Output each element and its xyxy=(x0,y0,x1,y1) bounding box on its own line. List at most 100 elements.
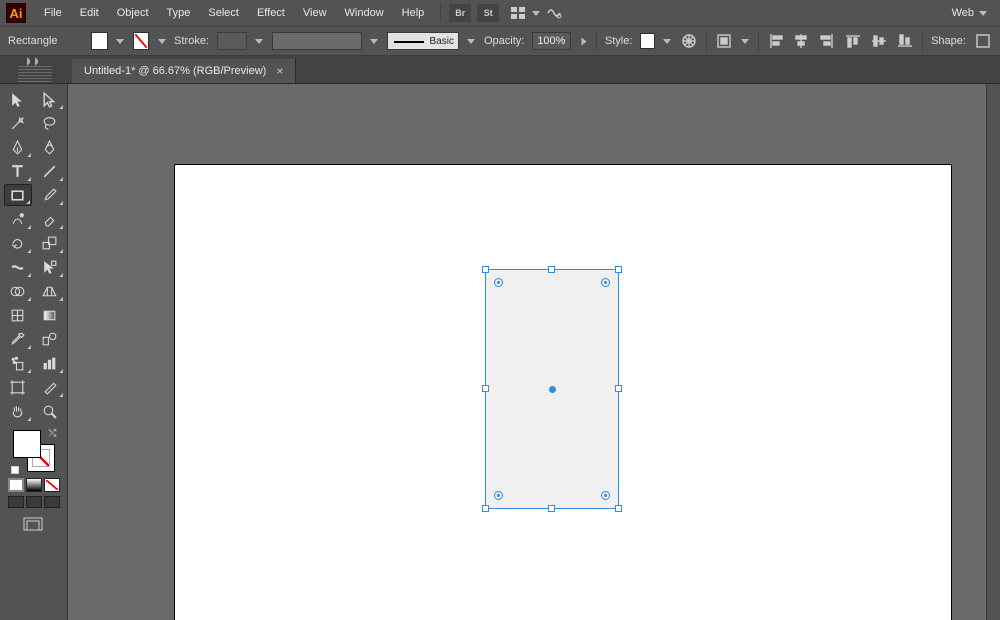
menu-edit[interactable]: Edit xyxy=(72,3,107,23)
fill-indicator[interactable] xyxy=(13,430,41,458)
paintbrush-tool[interactable] xyxy=(36,184,64,206)
default-fill-stroke-icon[interactable] xyxy=(11,466,19,474)
opacity-field[interactable]: 100% xyxy=(532,32,571,50)
brush-definition[interactable]: Basic xyxy=(387,32,459,50)
align-to-icon[interactable] xyxy=(715,31,733,51)
right-panel-collapsed[interactable] xyxy=(986,84,1000,620)
panel-collapse-toggle[interactable] xyxy=(0,56,68,66)
fill-dropdown[interactable] xyxy=(116,33,125,49)
hand-tool[interactable] xyxy=(4,400,32,422)
menu-view[interactable]: View xyxy=(295,3,335,23)
pen-tool[interactable] xyxy=(4,136,32,158)
rectangle-tool[interactable] xyxy=(4,184,32,206)
menu-effect[interactable]: Effect xyxy=(249,3,293,23)
resize-handle-se[interactable] xyxy=(615,505,622,512)
corner-widget-se[interactable] xyxy=(601,491,610,500)
magic-wand-tool[interactable] xyxy=(4,112,32,134)
align-left-icon[interactable] xyxy=(767,31,785,51)
corner-widget-ne[interactable] xyxy=(601,278,610,287)
scale-tool[interactable] xyxy=(36,232,64,254)
variable-width-profile[interactable] xyxy=(272,32,362,50)
shape-link-icon[interactable] xyxy=(974,31,992,51)
artboard[interactable] xyxy=(174,164,952,620)
resize-handle-ne[interactable] xyxy=(615,266,622,273)
eyedropper-tool[interactable] xyxy=(4,328,32,350)
menu-type[interactable]: Type xyxy=(159,3,199,23)
bridge-icon[interactable]: Br xyxy=(449,4,471,22)
perspective-grid-tool[interactable] xyxy=(36,280,64,302)
chevron-down-icon xyxy=(978,5,988,21)
resize-handle-sw[interactable] xyxy=(482,505,489,512)
stroke-weight-field[interactable] xyxy=(217,32,247,50)
workspace-switcher[interactable]: Web xyxy=(946,1,994,25)
stroke-dropdown[interactable] xyxy=(157,33,166,49)
draw-inside-icon[interactable] xyxy=(44,496,60,508)
shape-builder-tool[interactable] xyxy=(4,280,32,302)
resize-handle-n[interactable] xyxy=(548,266,555,273)
rotate-tool[interactable] xyxy=(4,232,32,254)
close-icon[interactable]: × xyxy=(276,64,283,78)
type-tool[interactable] xyxy=(4,160,32,182)
shaper-tool[interactable] xyxy=(4,208,32,230)
blend-tool[interactable] xyxy=(36,328,64,350)
style-dropdown[interactable] xyxy=(663,33,672,49)
menu-object[interactable]: Object xyxy=(109,3,157,23)
lasso-tool[interactable] xyxy=(36,112,64,134)
menu-select[interactable]: Select xyxy=(200,3,247,23)
resize-handle-e[interactable] xyxy=(615,385,622,392)
arrange-documents-icon[interactable] xyxy=(507,4,529,22)
fill-stroke-control[interactable]: ⤭ xyxy=(13,430,55,472)
brush-dropdown[interactable] xyxy=(467,33,476,49)
color-mode-gradient[interactable] xyxy=(26,478,42,492)
resize-handle-nw[interactable] xyxy=(482,266,489,273)
align-to-dropdown[interactable] xyxy=(741,33,750,49)
free-transform-tool[interactable] xyxy=(36,256,64,278)
draw-normal-icon[interactable] xyxy=(8,496,24,508)
resize-handle-s[interactable] xyxy=(548,505,555,512)
direct-selection-tool[interactable] xyxy=(36,88,64,110)
selection-tool[interactable] xyxy=(4,88,32,110)
vw-dropdown[interactable] xyxy=(370,33,379,49)
align-center-h-icon[interactable] xyxy=(792,31,810,51)
line-segment-tool[interactable] xyxy=(36,160,64,182)
align-center-v-icon[interactable] xyxy=(870,31,888,51)
zoom-tool[interactable] xyxy=(36,400,64,422)
align-top-icon[interactable] xyxy=(844,31,862,51)
canvas[interactable] xyxy=(68,84,986,620)
draw-behind-icon[interactable] xyxy=(26,496,42,508)
resize-handle-w[interactable] xyxy=(482,385,489,392)
gpu-icon[interactable] xyxy=(543,4,565,22)
align-right-icon[interactable] xyxy=(818,31,836,51)
stroke-weight-dropdown[interactable] xyxy=(255,33,264,49)
panel-grip[interactable] xyxy=(18,66,52,82)
corner-widget-sw[interactable] xyxy=(494,491,503,500)
recolor-artwork-icon[interactable] xyxy=(680,31,698,51)
color-mode-none[interactable] xyxy=(44,478,60,492)
column-graph-tool[interactable] xyxy=(36,352,64,374)
center-point[interactable] xyxy=(549,386,556,393)
curvature-tool[interactable] xyxy=(36,136,64,158)
screen-mode-button[interactable] xyxy=(20,514,48,536)
width-tool[interactable] xyxy=(4,256,32,278)
graphic-style-swatch[interactable] xyxy=(640,33,655,49)
document-tab[interactable]: Untitled-1* @ 66.67% (RGB/Preview) × xyxy=(72,59,296,83)
eraser-tool[interactable] xyxy=(36,208,64,230)
menu-window[interactable]: Window xyxy=(337,3,392,23)
fill-swatch[interactable] xyxy=(91,32,107,50)
gradient-tool[interactable] xyxy=(36,304,64,326)
swap-fill-stroke-icon[interactable]: ⤭ xyxy=(49,428,57,439)
artboard-tool[interactable] xyxy=(4,376,32,398)
arrange-dropdown[interactable] xyxy=(531,5,541,21)
menu-help[interactable]: Help xyxy=(394,3,433,23)
slice-tool[interactable] xyxy=(36,376,64,398)
selected-rectangle[interactable] xyxy=(485,269,619,509)
color-mode-solid[interactable] xyxy=(8,478,24,492)
opacity-arrow-icon[interactable] xyxy=(576,37,592,46)
stock-icon[interactable]: St xyxy=(477,4,499,22)
corner-widget-nw[interactable] xyxy=(494,278,503,287)
menu-file[interactable]: File xyxy=(36,3,70,23)
stroke-swatch[interactable] xyxy=(133,32,149,50)
mesh-tool[interactable] xyxy=(4,304,32,326)
symbol-sprayer-tool[interactable] xyxy=(4,352,32,374)
align-bottom-icon[interactable] xyxy=(896,31,914,51)
